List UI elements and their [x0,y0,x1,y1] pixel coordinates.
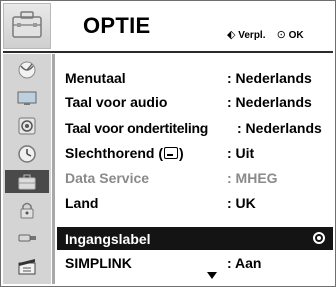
sidebar-item-option[interactable] [5,170,49,193]
scroll-down-arrow-icon[interactable] [207,272,217,279]
row-label: Menutaal [65,70,126,86]
menu-row-data-service: Data Service : MHEG [57,166,333,189]
row-value: : Nederlands [227,70,312,86]
row-value: : Nederlands [237,120,322,136]
row-value: : Nederlands [227,94,312,110]
sidebar-item-time[interactable] [5,142,49,165]
menu-row-taal-voor-audio[interactable]: Taal voor audio : Nederlands [57,90,333,113]
ok-hint-label: OK [288,30,304,41]
clapperboard-icon [18,258,36,274]
menu-row-ingangslabel[interactable]: Ingangslabel [57,227,333,250]
menu-row-taal-voor-ondertiteling[interactable]: Taal voor ondertiteling : Nederlands [57,116,333,139]
satellite-dish-icon [18,61,36,78]
row-label: Taal voor audio [65,94,168,110]
move-hint-label: Verpl. [238,30,266,41]
option-menu-window: OPTIE ⬖ Verpl. ⊙ OK Menutaal: Nederland… [0,0,336,287]
speaker-icon [18,117,36,134]
header-divider [3,51,333,53]
row-value: : Uit [227,145,255,161]
sidebar-item-setup[interactable] [5,58,49,81]
row-label: Ingangslabel [65,231,151,247]
option-suitcase-icon [18,174,36,189]
tv-screen-icon [17,91,37,105]
category-sidebar [3,54,51,284]
sidebar-item-picture[interactable] [5,86,49,109]
clock-icon [18,144,36,163]
subtitle-cc-icon [164,147,179,159]
row-value: : UK [227,195,256,211]
sidebar-item-audio[interactable] [5,114,49,137]
sidebar-item-input[interactable] [5,226,49,249]
row-label: Slechthorend () [65,145,184,161]
key-hints: ⬖ Verpl. ⊙ OK [227,28,304,41]
ok-circle-icon: ⊙ [276,29,286,41]
sidebar-item-lock[interactable] [5,198,49,221]
option-category-icon-box [3,3,51,49]
row-value: : Aan [227,255,262,271]
row-label: Land [65,195,99,211]
menu-header: OPTIE ⬖ Verpl. ⊙ OK [1,1,335,51]
row-label: Taal voor ondertiteling [65,120,208,136]
four-way-arrow-icon: ⬖ [227,29,236,41]
option-list: Menutaal : Nederlands Taal voor audio : … [57,54,333,284]
menu-row-simplink[interactable]: SIMPLINK : Aan [57,251,333,274]
sidebar-divider [52,54,55,284]
input-plug-icon [18,234,36,241]
sidebar-item-usb[interactable] [5,254,49,277]
menu-row-slechthorend[interactable]: Slechthorend () : Uit [57,141,333,164]
lock-icon [20,202,34,218]
row-label: Data Service [65,170,150,186]
menu-row-menutaal[interactable]: Menutaal : Nederlands [57,66,333,89]
row-label: SIMPLINK [65,255,132,271]
radio-selected-icon [313,232,325,244]
menu-title: OPTIE [83,13,151,38]
menu-row-land[interactable]: Land : UK [57,191,333,214]
row-value: : MHEG [227,170,278,186]
option-suitcase-icon [12,11,42,38]
